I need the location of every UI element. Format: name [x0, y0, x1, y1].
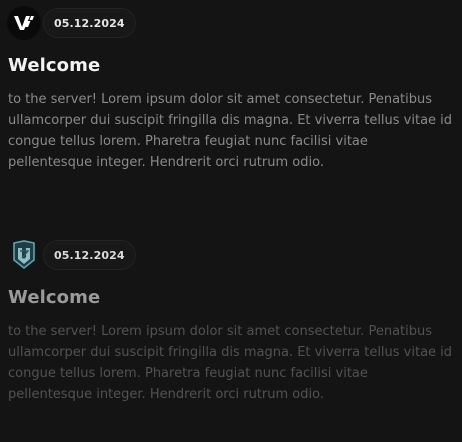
- post-title: Welcome: [8, 287, 101, 308]
- post-meta: 05.12.2024: [7, 6, 136, 40]
- post-meta: 05.12.2024: [7, 238, 136, 272]
- post-date: 05.12.2024: [43, 240, 136, 270]
- news-feed: 05.12.2024 Welcome to the server! Lorem …: [0, 0, 462, 442]
- post-body: to the server! Lorem ipsum dolor sit ame…: [8, 324, 453, 402]
- post-date: 05.12.2024: [43, 8, 136, 38]
- post-body: to the server! Lorem ipsum dolor sit ame…: [8, 92, 453, 170]
- post-title: Welcome: [8, 55, 101, 76]
- shield-logo-icon: [7, 238, 41, 272]
- news-post: 05.12.2024 Welcome to the server! Lorem …: [0, 232, 462, 442]
- news-post: 05.12.2024 Welcome to the server! Lorem …: [0, 0, 462, 232]
- v-logo-icon: [7, 6, 41, 40]
